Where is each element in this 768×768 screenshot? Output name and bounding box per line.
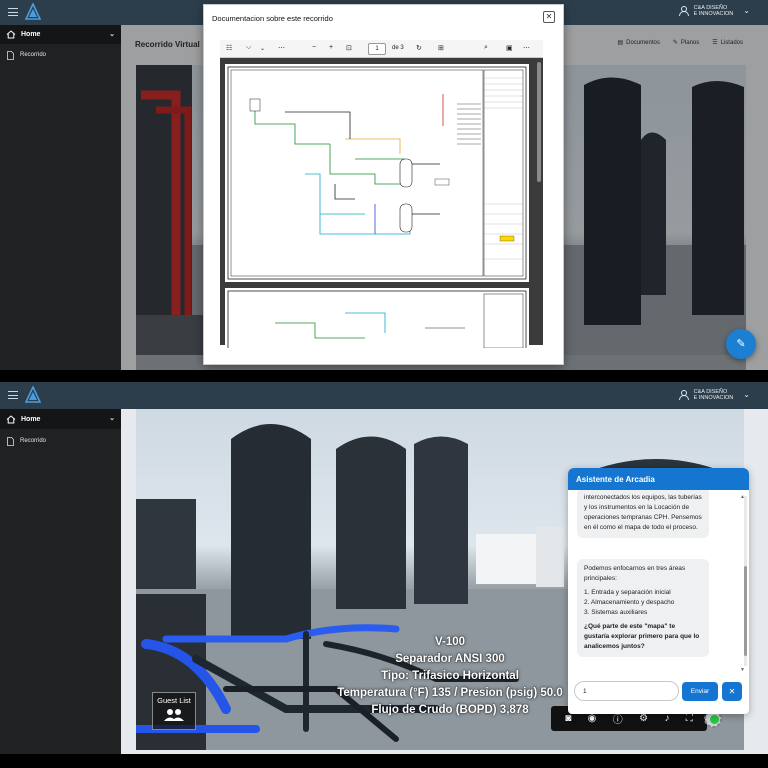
equipment-flow: Flujo de Crudo (BOPD) 3,878 (371, 704, 529, 716)
search-icon[interactable]: ⌕ (484, 44, 488, 52)
pid-drawing-image (227, 290, 527, 352)
send-button[interactable]: Enviar (682, 682, 718, 701)
zoom-out-icon[interactable]: − (312, 44, 316, 51)
user-icon (679, 390, 690, 400)
chat-assistant-button[interactable]: ✎ (726, 329, 756, 359)
chevron-down-icon: ⌄ (743, 6, 750, 15)
document-icon (7, 50, 14, 60)
settings-icon[interactable]: ⚙ (639, 713, 648, 724)
page-view-icon[interactable]: ⊞ (438, 44, 444, 52)
document-icon (7, 436, 14, 446)
chat-input[interactable]: 1 (574, 681, 679, 701)
sidebar-item-label: Recorrido (20, 52, 47, 58)
scroll-down-icon[interactable]: ▼ (740, 667, 745, 673)
close-icon: ✕ (728, 687, 736, 696)
record-icon[interactable]: ◉ (588, 713, 597, 724)
sidebar-toggle-icon[interactable]: ☷ (226, 44, 232, 52)
close-icon: ✕ (545, 12, 553, 21)
menu-icon[interactable] (8, 391, 18, 399)
close-chat-button[interactable]: ✕ (722, 682, 742, 701)
modal-title: Documentacion sobre este recorrido (212, 14, 333, 23)
sidebar: Home ⌄ Recorrido (0, 409, 121, 754)
camera-icon[interactable]: ◙ (565, 713, 571, 724)
pdf-toolbar: ☷ ⌵ ⌄ ⋯ − + ⊡ 1 de 3 ↻ ⊞ ⌕ ▣ ⋯ (220, 40, 543, 58)
more-icon[interactable]: ⋯ (278, 44, 285, 52)
company-logo-icon (25, 3, 41, 20)
sidebar-item-label: Home (21, 31, 41, 38)
assistant-chat-panel: Asistente de Arcadia ▲ interconectados l… (568, 468, 749, 714)
page-number-input[interactable]: 1 (368, 43, 386, 55)
assistant-message: interconectados los equipos, las tubería… (577, 490, 709, 538)
documents-modal: Documentacion sobre este recorrido ✕ ☷ ⌵… (203, 4, 564, 365)
chevron-down-icon: ⌄ (109, 415, 115, 422)
bottom-window: C&A DISEÑO E INNOVACION ⌄ Home ⌄ Recorri… (0, 382, 768, 754)
fit-page-icon[interactable]: ⊡ (346, 44, 352, 52)
zoom-in-icon[interactable]: + (329, 44, 333, 51)
guest-list-button[interactable]: Guest List (152, 692, 196, 730)
rotate-icon[interactable]: ↻ (416, 44, 422, 52)
equipment-name: Separador ANSI 300 (395, 653, 505, 665)
user-menu[interactable]: C&A DISEÑO E INNOVACION ⌄ (679, 389, 750, 401)
app-header: C&A DISEÑO E INNOVACION ⌄ (0, 382, 768, 409)
sidebar-item-recorrido[interactable]: Recorrido (0, 432, 121, 450)
save-icon[interactable]: ▣ (506, 44, 513, 52)
chat-messages[interactable]: interconectados los equipos, las tubería… (568, 490, 749, 676)
pdf-page-1 (225, 64, 529, 282)
pdf-viewer[interactable]: ☷ ⌵ ⌄ ⋯ − + ⊡ 1 de 3 ↻ ⊞ ⌕ ▣ ⋯ (220, 40, 543, 352)
menu-icon[interactable] (8, 8, 18, 16)
pdf-page-2 (225, 288, 529, 352)
user-icon (679, 6, 690, 16)
equipment-info-overlay: V-100 Separador ANSI 300 Tipo: Trifasico… (335, 634, 565, 719)
top-window: C&A DISEÑO E INNOVACION ⌄ Home ⌄ Recorri… (0, 0, 768, 370)
home-icon (6, 414, 16, 423)
more-icon[interactable]: ⋯ (523, 44, 530, 52)
guest-list-label: Guest List (157, 696, 191, 705)
company-name-line2: E INNOVACION (693, 395, 734, 401)
volume-icon[interactable]: ♪ (664, 713, 669, 724)
fullscreen-icon[interactable]: ⛶ (686, 713, 693, 724)
users-icon (164, 709, 184, 721)
company-logo-icon (25, 386, 41, 403)
chat-title: Asistente de Arcadia (568, 468, 749, 490)
equipment-conditions: Temperatura (°F) 135 / Presion (psig) 50… (337, 687, 563, 699)
company-name-line2: E INNOVACION (693, 11, 734, 17)
pdf-scrollbar[interactable] (537, 62, 541, 182)
sidebar-item-home[interactable]: Home ⌄ (0, 409, 121, 429)
page-total: de 3 (392, 45, 404, 51)
status-indicator (710, 715, 719, 724)
user-menu[interactable]: C&A DISEÑO E INNOVACION ⌄ (679, 5, 750, 17)
chevron-down-icon[interactable]: ⌄ (260, 45, 265, 52)
assistant-message: Podemos enfocarnos en tres áreas princip… (577, 559, 709, 657)
equipment-type: Tipo: Trifasico Horizontal (381, 670, 519, 682)
sidebar: Home ⌄ Recorrido (0, 25, 121, 370)
sidebar-item-label: Home (21, 415, 41, 423)
home-icon (6, 30, 16, 39)
chevron-down-icon: ⌄ (109, 31, 115, 38)
chevron-down-icon: ⌄ (743, 390, 750, 399)
sidebar-item-recorrido[interactable]: Recorrido (0, 46, 121, 64)
sidebar-item-label: Recorrido (20, 438, 47, 444)
sidebar-item-home[interactable]: Home ⌄ (0, 25, 121, 44)
equipment-tag: V-100 (434, 636, 466, 648)
highlighter-icon[interactable]: ⌵ (246, 44, 251, 52)
close-button[interactable]: ✕ (543, 11, 555, 23)
chat-scrollbar[interactable] (744, 496, 747, 666)
chat-icon: ✎ (736, 338, 746, 350)
pid-drawing-image (227, 66, 527, 280)
